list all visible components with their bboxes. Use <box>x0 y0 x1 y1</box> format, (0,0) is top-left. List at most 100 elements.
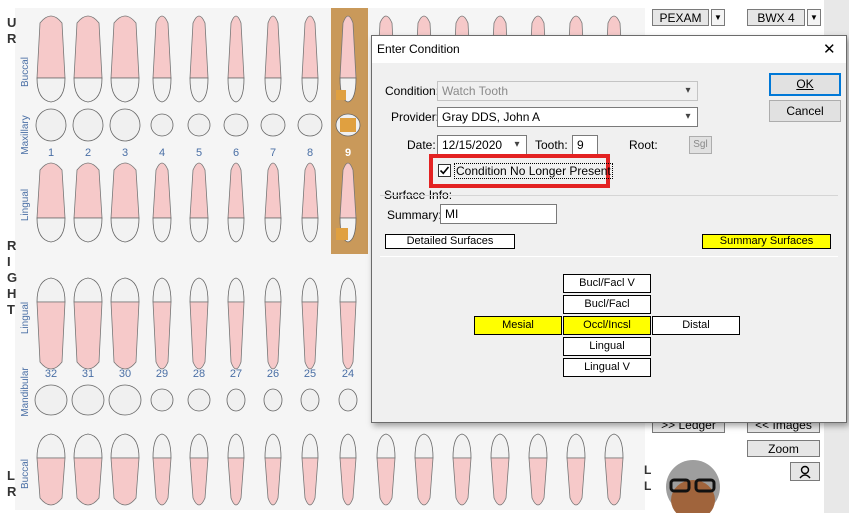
tooth-number[interactable]: 28 <box>193 368 205 380</box>
checkmark-icon <box>439 166 450 175</box>
chevron-down-icon: ▾ <box>514 139 520 150</box>
tooth-number[interactable]: 5 <box>196 147 202 159</box>
mandibular-occlusal-tooth <box>187 388 211 412</box>
tooth-number[interactable]: 2 <box>85 147 91 159</box>
pexam-button[interactable]: PEXAM <box>652 9 709 26</box>
provider-label: Provider: <box>391 110 440 124</box>
mandibular-occlusal-tooth <box>71 384 105 416</box>
upper-buccal-tooth-root <box>152 15 172 79</box>
tooth-field[interactable]: 9 <box>572 135 598 155</box>
mandibular-occlusal-tooth <box>108 384 142 416</box>
zone-label-lower-buccal: Buccal <box>20 459 31 489</box>
tooth-number[interactable]: 29 <box>156 368 168 380</box>
upper-buccal-tooth-root <box>36 15 66 79</box>
lower-buccal-tooth-root <box>36 457 66 506</box>
tooth-number[interactable]: 4 <box>159 147 165 159</box>
lower-buccal-tooth-root <box>490 457 510 506</box>
surface-bucl-facl[interactable]: Bucl/Facl <box>563 295 651 314</box>
lower-buccal-tooth-root <box>452 457 472 506</box>
tooth-number[interactable]: 30 <box>119 368 131 380</box>
lower-lingual-tooth-root <box>36 301 66 370</box>
zone-label-upper-buccal: Buccal <box>20 57 31 87</box>
upper-lingual-tooth-root <box>36 162 66 219</box>
tooth9-mark <box>336 90 346 100</box>
tooth-number[interactable]: 9 <box>345 147 351 159</box>
lower-buccal-tooth-root <box>414 457 434 506</box>
tooth-number[interactable]: 1 <box>48 147 54 159</box>
bwx4-button[interactable]: BWX 4 <box>747 9 805 26</box>
chevron-down-icon: ▾ <box>685 111 691 122</box>
surface-mesial[interactable]: Mesial <box>474 316 562 335</box>
condition-combo: Watch Tooth ▾ <box>437 81 698 101</box>
zone-label-lower-lingual: Lingual <box>20 302 31 334</box>
maxillary-occlusal-tooth <box>260 113 286 137</box>
maxillary-occlusal-tooth <box>223 113 249 137</box>
pexam-dropdown-icon[interactable]: ▼ <box>711 9 725 26</box>
surface-distal[interactable]: Distal <box>652 316 740 335</box>
lower-lingual-tooth-root <box>73 301 103 370</box>
lower-buccal-tooth-root <box>152 457 172 506</box>
lower-lingual-tooth-root <box>189 301 209 370</box>
tooth-number[interactable]: 32 <box>45 368 57 380</box>
dialog-titlebar[interactable]: Enter Condition ✕ <box>372 36 846 63</box>
close-icon[interactable]: ✕ <box>823 40 836 58</box>
date-picker[interactable]: 12/15/2020 ▾ <box>437 135 527 155</box>
lower-lingual-tooth-root <box>152 301 172 370</box>
tooth-number[interactable]: 8 <box>307 147 313 159</box>
summary-field[interactable]: MI <box>440 204 557 224</box>
zone-label-mandibular: Mandibular <box>20 367 31 417</box>
lower-buccal-tooth-root <box>604 457 624 506</box>
tooth9-occlusal-mark <box>340 118 356 132</box>
tooth-number[interactable]: 24 <box>342 368 354 380</box>
detailed-surfaces-button[interactable]: Detailed Surfaces <box>385 234 515 249</box>
date-label: Date: <box>407 138 436 152</box>
maxillary-occlusal-tooth <box>150 113 174 137</box>
maxillary-occlusal-tooth <box>109 108 141 142</box>
tooth-number[interactable]: 3 <box>122 147 128 159</box>
lower-buccal-tooth-root <box>376 457 396 506</box>
partial-letters: LL <box>644 463 652 493</box>
tooth-number[interactable]: 7 <box>270 147 276 159</box>
condition-no-longer-present-checkbox[interactable] <box>438 164 451 177</box>
cancel-button[interactable]: Cancel <box>769 100 841 122</box>
mandibular-occlusal-tooth <box>34 384 68 416</box>
zone-label-maxillary: Maxillary <box>20 115 31 154</box>
find-person-icon[interactable] <box>790 462 820 481</box>
upper-buccal-tooth-root <box>189 15 209 79</box>
avatar <box>666 460 720 513</box>
provider-combo[interactable]: Gray DDS, John A ▾ <box>437 107 698 127</box>
summary-surfaces-button[interactable]: Summary Surfaces <box>702 234 831 249</box>
tooth-number[interactable]: 26 <box>267 368 279 380</box>
lower-lingual-tooth-root <box>110 301 140 370</box>
surface-lingual-v[interactable]: Lingual V <box>563 358 651 377</box>
upper-lingual-tooth-root <box>73 162 103 219</box>
tooth-number[interactable]: 25 <box>304 368 316 380</box>
surface-occl-incsl[interactable]: Occl/Incsl <box>563 316 651 335</box>
condition-label: Condition: <box>385 84 440 98</box>
mandibular-occlusal-tooth <box>338 388 358 412</box>
bwx4-dropdown-icon[interactable]: ▼ <box>807 9 821 26</box>
maxillary-occlusal-tooth <box>187 113 211 137</box>
side-letters-top: UR <box>7 15 17 46</box>
tooth-number[interactable]: 6 <box>233 147 239 159</box>
maxillary-occlusal-tooth <box>35 108 67 142</box>
lower-buccal-tooth-root <box>189 457 209 506</box>
mandibular-occlusal-tooth <box>226 388 246 412</box>
surfaces-separator <box>380 256 838 257</box>
upper-lingual-tooth-root <box>110 162 140 219</box>
mandibular-occlusal-tooth <box>150 388 174 412</box>
lower-buccal-tooth-root <box>528 457 548 506</box>
lower-buccal-tooth-root <box>110 457 140 506</box>
ok-button[interactable]: OK <box>769 73 841 96</box>
tooth9-lingual-mark <box>336 228 348 240</box>
surface-bucl-facl-v[interactable]: Bucl/Facl V <box>563 274 651 293</box>
zoom-button[interactable]: Zoom <box>747 440 820 457</box>
group-divider <box>380 195 838 196</box>
tooth-number[interactable]: 27 <box>230 368 242 380</box>
maxillary-occlusal-tooth <box>72 108 104 142</box>
condition-no-longer-present-label[interactable]: Condition No Longer Present <box>454 163 613 179</box>
surface-lingual[interactable]: Lingual <box>563 337 651 356</box>
side-letters-right: RIGHT <box>7 238 18 317</box>
maxillary-occlusal-tooth <box>297 113 323 137</box>
tooth-number[interactable]: 31 <box>82 368 94 380</box>
